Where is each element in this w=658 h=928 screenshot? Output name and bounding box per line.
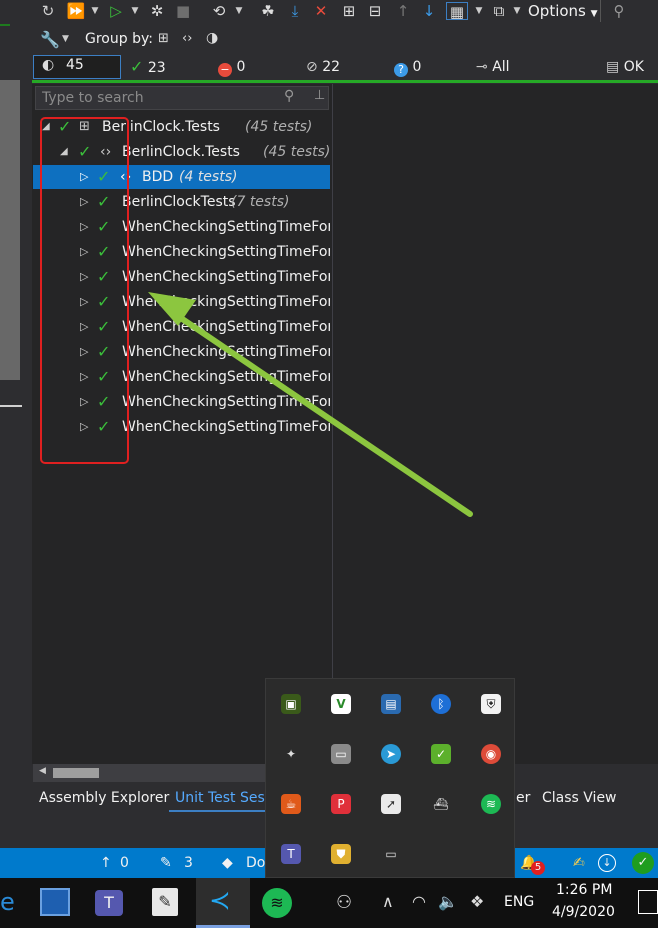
check-circle-icon[interactable]: ✓	[632, 852, 654, 874]
tab-partial[interactable]: er	[516, 784, 530, 812]
language-indicator[interactable]: ENG	[504, 894, 534, 910]
up-count[interactable]: 0	[120, 848, 129, 878]
vscode-icon: ≺	[209, 886, 231, 916]
teams-icon[interactable]: T	[281, 844, 301, 864]
chrome-icon[interactable]: ◉	[481, 744, 501, 764]
spotify-icon[interactable]: ≋	[481, 794, 501, 814]
windows-taskbar: e T ✎ ≺ ≋ ⚇ ∧ ◠ 🔈 ❖ ENG 1:26 PM 4/9/2020	[0, 878, 658, 928]
vscode-taskbar-button[interactable]: ≺	[196, 878, 250, 928]
docker-icon[interactable]: ⛴	[431, 794, 451, 814]
download-circle-icon[interactable]: ↓	[598, 854, 616, 872]
spotify-taskbar-icon[interactable]: ≋	[262, 888, 292, 918]
notepad-icon[interactable]: ✎	[152, 888, 178, 916]
action-center-icon[interactable]	[638, 890, 658, 914]
pencil-icon: ✎	[160, 855, 172, 871]
cursor-app-icon[interactable]: ➚	[381, 794, 401, 814]
display-icon[interactable]: ▤	[381, 694, 401, 714]
scroll-left-icon[interactable]: ◀	[39, 766, 46, 776]
people-icon[interactable]: ⚇	[336, 892, 352, 913]
vpn-icon[interactable]: V	[331, 694, 351, 714]
volume-icon[interactable]: 🔈	[438, 892, 458, 911]
telegram-icon[interactable]: ➤	[381, 744, 401, 764]
security-shield-icon[interactable]: ⛨	[481, 694, 501, 714]
shield-check-icon[interactable]: ✓	[431, 744, 451, 764]
bluetooth-icon[interactable]: ᛒ	[431, 694, 451, 714]
keepass-icon[interactable]: ⛊	[331, 844, 351, 864]
tray-chevron-up-icon[interactable]: ∧	[382, 892, 394, 911]
feedback-icon[interactable]: ✍	[573, 848, 585, 878]
up-arrow-icon: ↑	[100, 855, 112, 871]
annotation-arrow-shaft	[169, 309, 473, 517]
wifi-icon[interactable]: ◠	[412, 892, 426, 911]
tab-assembly-explorer[interactable]: Assembly Explorer	[39, 784, 169, 812]
java-icon[interactable]: ☕	[281, 794, 301, 814]
branch-icon: ◆	[222, 855, 233, 871]
nvidia-icon[interactable]: ▣	[281, 694, 301, 714]
satellite-icon[interactable]: ✦	[281, 744, 301, 764]
notification-badge: 5	[531, 861, 545, 875]
clock-time[interactable]: 1:26 PM	[556, 882, 612, 898]
system-tray-overflow: ▣ V ▤ ᛒ ⛨ ✦ ▭ ➤ ✓ ◉ ☕ P ➚ ⛴ ≋ T ⛊ ▭	[265, 678, 515, 878]
tab-unit-test-sessions[interactable]: Unit Test Sess	[169, 784, 279, 812]
scrollbar-thumb[interactable]	[53, 768, 99, 778]
teams-taskbar-icon[interactable]: T	[95, 890, 123, 916]
drive-check-icon[interactable]: ▭	[331, 744, 351, 764]
pocket-icon[interactable]: P	[331, 794, 351, 814]
dropbox-icon[interactable]: ❖	[470, 892, 484, 911]
battery-icon[interactable]: ▭	[381, 844, 401, 864]
remote-desktop-icon[interactable]	[40, 888, 70, 916]
tab-class-view[interactable]: Class View	[542, 784, 617, 812]
edge-icon[interactable]: e	[0, 888, 15, 916]
pencil-count[interactable]: 3	[184, 848, 193, 878]
clock-date[interactable]: 4/9/2020	[552, 904, 615, 920]
branch-label[interactable]: Do	[246, 848, 265, 878]
